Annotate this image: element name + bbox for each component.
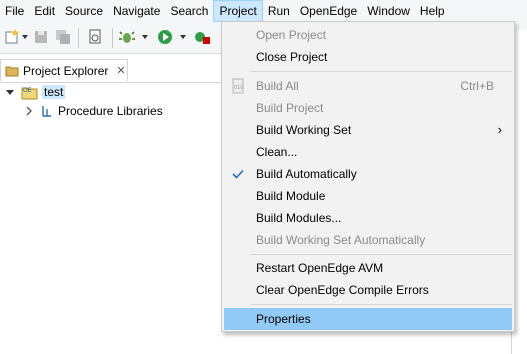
menu-item-properties[interactable]: Properties (224, 308, 512, 330)
menu-openedge[interactable]: OpenEdge (295, 0, 362, 22)
menu-bar: File Edit Source Navigate Search Project… (0, 0, 527, 22)
menu-item-build-all[interactable]: 010 Build All Ctrl+B (224, 75, 512, 97)
chevron-down-icon[interactable] (180, 34, 186, 40)
close-icon[interactable]: ✕ (116, 64, 125, 77)
explorer-tab-bar: Project Explorer ✕ (0, 59, 230, 83)
build-all-icon: 010 (232, 78, 244, 94)
project-icon: OE (21, 87, 38, 100)
menu-item-build-project[interactable]: Build Project (224, 97, 512, 119)
menu-separator (250, 254, 512, 255)
project-explorer-icon (5, 66, 19, 76)
menu-item-build-modules[interactable]: Build Modules... (224, 207, 512, 229)
menu-window[interactable]: Window (362, 0, 415, 22)
chevron-right-icon: › (497, 122, 502, 137)
debug-icon[interactable] (118, 28, 136, 46)
tab-label: Project Explorer (23, 63, 109, 78)
menu-item-build-module[interactable]: Build Module (224, 185, 512, 207)
external-tools-icon[interactable] (193, 28, 211, 46)
chevron-right-icon[interactable] (24, 105, 34, 117)
checkmark-icon (232, 169, 244, 179)
new-icon[interactable] (3, 28, 21, 46)
menu-item-build-working-set[interactable]: Build Working Set › (224, 119, 512, 141)
menu-source[interactable]: Source (60, 0, 108, 22)
menu-edit[interactable]: Edit (29, 0, 60, 22)
chevron-down-icon[interactable] (142, 34, 148, 40)
menu-run[interactable]: Run (263, 0, 295, 22)
project-menu-dropdown: Open Project Close Project 010 Build All… (221, 21, 515, 332)
tree-item-label: test (42, 85, 66, 99)
tree-item-procedure-libraries[interactable]: Procedure Libraries (24, 102, 163, 120)
menu-navigate[interactable]: Navigate (108, 0, 165, 22)
menu-item-open-project[interactable]: Open Project (224, 24, 512, 46)
menu-item-build-automatically[interactable]: Build Automatically (224, 163, 512, 185)
svg-text:OE: OE (23, 87, 32, 94)
open-file-icon[interactable] (86, 28, 104, 46)
tab-project-explorer[interactable]: Project Explorer ✕ (0, 59, 128, 81)
menu-item-restart-openedge-avm[interactable]: Restart OpenEdge AVM (224, 257, 512, 279)
chevron-down-icon[interactable] (22, 34, 28, 40)
menu-item-build-working-set-automatically[interactable]: Build Working Set Automatically (224, 229, 512, 251)
menu-item-close-project[interactable]: Close Project (224, 46, 512, 68)
menu-separator (250, 71, 512, 72)
run-icon[interactable] (156, 28, 174, 46)
svg-text:010: 010 (234, 85, 244, 91)
save-icon (32, 28, 50, 46)
save-all-icon (54, 28, 72, 46)
library-icon (42, 106, 51, 117)
tree-item-label: Procedure Libraries (58, 104, 163, 118)
menu-item-clear-compile-errors[interactable]: Clear OpenEdge Compile Errors (224, 279, 512, 301)
menu-separator (250, 304, 512, 305)
menu-file[interactable]: File (0, 0, 29, 22)
menu-item-clean[interactable]: Clean... (224, 141, 512, 163)
tree-item-test[interactable]: OE test (4, 83, 66, 101)
menu-search[interactable]: Search (165, 0, 213, 22)
menu-help[interactable]: Help (415, 0, 450, 22)
menu-project[interactable]: Project (213, 0, 263, 22)
chevron-down-icon[interactable] (4, 86, 16, 98)
